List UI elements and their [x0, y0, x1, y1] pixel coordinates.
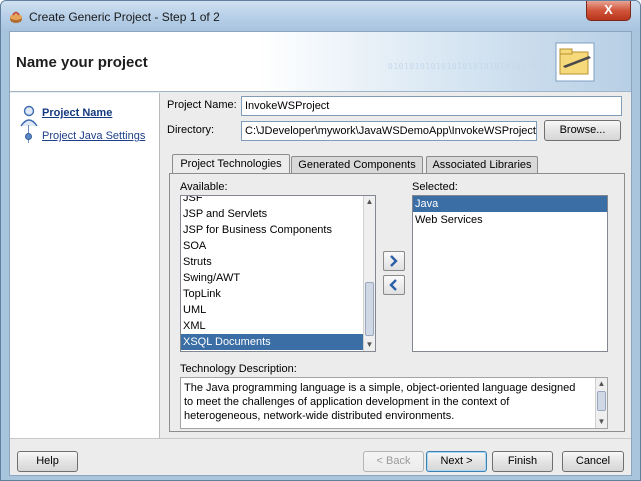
back-button[interactable]: < Back [363, 451, 424, 472]
selected-list[interactable]: Java Web Services [412, 195, 608, 352]
step-dot-icon [25, 133, 32, 140]
directory-input[interactable]: C:\JDeveloper\mywork\JavaWSDemoApp\Invok… [241, 121, 537, 141]
scroll-down-icon[interactable]: ▼ [364, 339, 375, 351]
project-name-label: Project Name: [167, 99, 237, 111]
list-item[interactable]: Struts [181, 254, 375, 270]
scroll-up-icon[interactable]: ▲ [596, 378, 607, 390]
scroll-up-icon[interactable]: ▲ [364, 196, 375, 208]
project-name-input[interactable]: InvokeWSProject [241, 96, 622, 116]
list-item[interactable]: Java [413, 196, 607, 212]
list-item[interactable]: Swing/AWT [181, 270, 375, 286]
description-scrollbar[interactable]: ▲ ▼ [595, 378, 607, 428]
tab-associated-libraries[interactable]: Associated Libraries [426, 156, 538, 174]
page-title: Name your project [16, 54, 148, 71]
list-item[interactable]: XML [181, 318, 375, 334]
remove-technology-button[interactable] [383, 275, 405, 295]
scroll-thumb[interactable] [365, 282, 374, 336]
finish-button[interactable]: Finish [492, 451, 553, 472]
folder-icon [555, 42, 595, 82]
window-title: Create Generic Project - Step 1 of 2 [29, 10, 220, 24]
technology-description-label: Technology Description: [180, 363, 297, 375]
add-technology-button[interactable] [383, 251, 405, 271]
help-button[interactable]: Help [17, 451, 78, 472]
tab-generated-components[interactable]: Generated Components [291, 156, 423, 174]
list-item[interactable]: TopLink [181, 286, 375, 302]
footer-separator [10, 438, 631, 439]
wizard-steps-nav: Project Name Project Java Settings [10, 93, 160, 438]
directory-label: Directory: [167, 124, 215, 136]
list-item[interactable]: SOA [181, 238, 375, 254]
title-bar[interactable]: Create Generic Project - Step 1 of 2 X [1, 1, 640, 31]
cancel-button[interactable]: Cancel [562, 451, 624, 472]
selected-label: Selected: [412, 181, 458, 193]
dialog-body: Name your project 0101010101010101010101… [9, 31, 632, 476]
nav-item-project-name[interactable]: Project Name [42, 107, 112, 119]
list-item[interactable]: JSP for Business Components [181, 222, 375, 238]
technology-description-text: The Java programming language is a simpl… [180, 377, 608, 429]
list-item[interactable]: Web Services [413, 212, 607, 228]
list-item[interactable]: JSF [181, 196, 375, 206]
header-banner: Name your project 0101010101010101010101… [10, 32, 631, 92]
available-list[interactable]: JSF JSP and Servlets JSP for Business Comp… [180, 195, 376, 352]
scroll-thumb[interactable] [597, 391, 606, 411]
jdeveloper-app-icon [10, 11, 22, 23]
browse-button[interactable]: Browse... [544, 120, 621, 141]
user-step-icon [20, 105, 38, 127]
description-text: The Java programming language is a simpl… [184, 382, 576, 422]
available-scrollbar[interactable]: ▲ ▼ [363, 196, 375, 351]
list-item[interactable]: UML [181, 302, 375, 318]
close-button[interactable]: X [586, 1, 631, 21]
nav-item-project-java-settings[interactable]: Project Java Settings [42, 130, 145, 142]
scroll-down-icon[interactable]: ▼ [596, 416, 607, 428]
available-label: Available: [180, 181, 228, 193]
list-item[interactable]: XSQL Documents [181, 334, 375, 350]
dialog-window: Create Generic Project - Step 1 of 2 X N… [0, 0, 641, 481]
next-button[interactable]: Next > [426, 451, 487, 472]
chevron-left-icon [389, 279, 397, 291]
chevron-right-icon [390, 255, 398, 267]
tab-project-technologies[interactable]: Project Technologies [172, 154, 290, 174]
list-item[interactable]: JSP and Servlets [181, 206, 375, 222]
